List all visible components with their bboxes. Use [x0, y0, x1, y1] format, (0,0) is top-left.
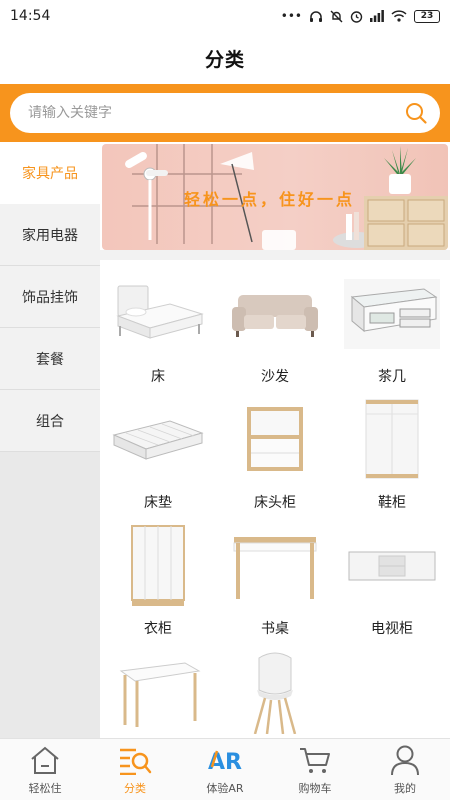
product-item-sofa[interactable]: 沙发	[217, 260, 333, 386]
battery-indicator: 23	[414, 9, 440, 23]
search-icon[interactable]	[404, 101, 428, 125]
tv-cabinet-icon	[342, 522, 442, 610]
nightstand-icon	[225, 396, 325, 484]
nav-label-category: 分类	[124, 782, 146, 795]
product-item-mattress[interactable]: 床垫	[100, 386, 216, 512]
home-icon	[27, 743, 63, 777]
product-label: 电视柜	[371, 621, 413, 637]
search-input[interactable]	[28, 105, 404, 121]
search-box[interactable]	[10, 93, 440, 133]
bottom-nav: 轻松住 分类 AR 体验AR 购物车 我的	[0, 738, 450, 800]
product-item-bed[interactable]: 床	[100, 260, 216, 386]
product-label: 衣柜	[144, 621, 172, 637]
product-label: 床	[151, 369, 165, 385]
ar-icon: AR	[207, 743, 243, 777]
sidebar-item-combinations[interactable]: 组合	[0, 390, 100, 452]
product-item-coffee-table[interactable]: 茶几	[334, 260, 450, 386]
promo-banner[interactable]: 轻松一点，住好一点	[102, 144, 448, 250]
mute-bell-icon	[330, 10, 343, 22]
page-title: 分类	[204, 48, 245, 71]
cart-icon	[297, 743, 333, 777]
product-label: 鞋柜	[378, 495, 406, 511]
sidebar-item-appliances[interactable]: 家用电器	[0, 204, 100, 266]
product-label: 沙发	[261, 369, 289, 385]
nav-label-ar: 体验AR	[206, 782, 244, 795]
nav-label-cart: 购物车	[298, 782, 332, 795]
category-content: 轻松一点，住好一点 床 沙发 茶几 床垫 床头柜 鞋柜 衣柜 书桌 电视柜	[100, 142, 450, 738]
product-label: 床头柜	[254, 495, 296, 511]
status-time: 14:54	[10, 8, 51, 24]
product-item-table[interactable]	[100, 638, 216, 738]
table-icon	[108, 648, 208, 736]
coffee-table-icon	[342, 270, 442, 358]
nav-ar[interactable]: AR 体验AR	[180, 739, 270, 800]
sidebar-item-furniture[interactable]: 家具产品	[0, 142, 100, 204]
status-bar: 14:54 ••• 23	[0, 0, 450, 32]
category-icon	[117, 743, 153, 777]
nav-category[interactable]: 分类	[90, 739, 180, 800]
product-item-chair[interactable]	[217, 638, 333, 738]
nav-cart[interactable]: 购物车	[270, 739, 360, 800]
desk-icon	[225, 522, 325, 610]
nav-label-profile: 我的	[394, 782, 416, 795]
sidebar-item-packages[interactable]: 套餐	[0, 328, 100, 390]
sofa-icon	[225, 270, 325, 358]
product-item-shoe-cabinet[interactable]: 鞋柜	[334, 386, 450, 512]
category-sidebar: 家具产品 家用电器 饰品挂饰 套餐 组合	[0, 142, 100, 738]
sidebar-item-decorations[interactable]: 饰品挂饰	[0, 266, 100, 328]
product-item-desk[interactable]: 书桌	[217, 512, 333, 638]
product-grid: 床 沙发 茶几 床垫 床头柜 鞋柜 衣柜 书桌 电视柜	[100, 260, 450, 738]
signal-icon	[370, 10, 384, 22]
headphones-icon	[310, 10, 322, 22]
nav-home[interactable]: 轻松住	[0, 739, 90, 800]
alarm-icon	[350, 10, 363, 23]
nav-profile[interactable]: 我的	[360, 739, 450, 800]
bed-icon	[108, 270, 208, 358]
header: 分类	[0, 32, 450, 84]
shoe-cabinet-icon	[342, 396, 442, 484]
banner-slogan: 轻松一点，住好一点	[184, 190, 356, 209]
chair-icon	[225, 648, 325, 736]
search-bar	[0, 84, 450, 142]
banner-divider	[100, 250, 450, 260]
nav-label-home: 轻松住	[28, 782, 62, 795]
product-label: 床垫	[144, 495, 172, 511]
status-icons: ••• 23	[281, 9, 440, 23]
mattress-icon	[108, 396, 208, 484]
product-item-nightstand[interactable]: 床头柜	[217, 386, 333, 512]
more-dots-icon: •••	[280, 9, 302, 23]
user-icon	[387, 743, 423, 777]
wifi-icon	[391, 10, 407, 22]
product-item-wardrobe[interactable]: 衣柜	[100, 512, 216, 638]
wardrobe-icon	[108, 522, 208, 610]
product-label: 茶几	[378, 369, 406, 385]
product-label: 书桌	[261, 621, 289, 637]
product-item-tv-cabinet[interactable]: 电视柜	[334, 512, 450, 638]
